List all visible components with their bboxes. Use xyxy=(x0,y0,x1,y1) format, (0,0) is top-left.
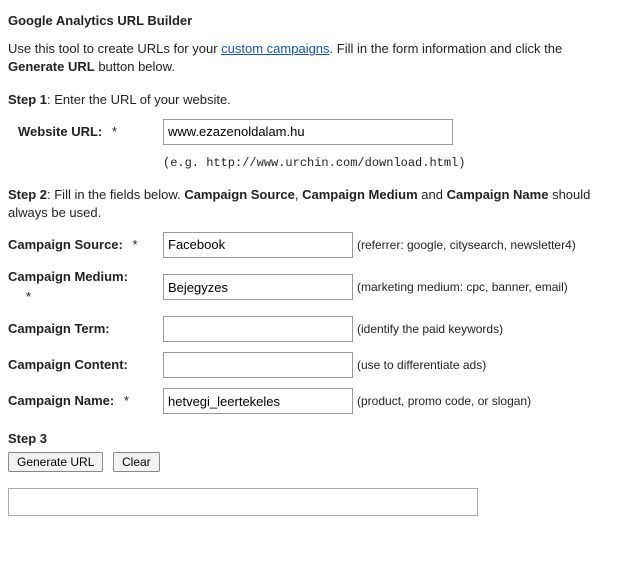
website-url-required: * xyxy=(112,124,117,139)
website-url-row: Website URL: * xyxy=(8,119,617,145)
campaign-term-row: Campaign Term: (identify the paid keywor… xyxy=(8,316,617,342)
campaign-content-input[interactable] xyxy=(163,352,353,378)
campaign-content-label: Campaign Content: xyxy=(8,357,128,372)
website-url-label: Website URL: xyxy=(18,124,102,139)
intro-after-bold: button below. xyxy=(95,59,175,74)
campaign-medium-hint: (marketing medium: cpc, banner, email) xyxy=(353,279,617,296)
intro-prefix: Use this tool to create URLs for your xyxy=(8,41,221,56)
campaign-source-hint: (referrer: google, citysearch, newslette… xyxy=(353,237,617,254)
intro-bold: Generate URL xyxy=(8,59,95,74)
website-url-input[interactable] xyxy=(163,119,453,145)
campaign-source-row: Campaign Source: * (referrer: google, ci… xyxy=(8,232,617,258)
step2-sep1: , xyxy=(295,187,302,202)
output-row xyxy=(8,488,617,516)
step1-label: Step 1 xyxy=(8,92,47,107)
campaign-medium-label: Campaign Medium: xyxy=(8,269,128,284)
step2-b3: Campaign Name xyxy=(447,187,549,202)
step1-text: : Enter the URL of your website. xyxy=(47,92,231,107)
button-row: Generate URL Clear xyxy=(8,452,617,472)
intro-suffix: . Fill in the form information and click… xyxy=(330,41,563,56)
page-title: Google Analytics URL Builder xyxy=(8,12,617,30)
campaign-term-hint: (identify the paid keywords) xyxy=(353,321,617,338)
campaign-content-hint: (use to differentiate ads) xyxy=(353,357,617,374)
intro-text: Use this tool to create URLs for your cu… xyxy=(8,40,617,76)
campaign-term-input[interactable] xyxy=(163,316,353,342)
campaign-content-row: Campaign Content: (use to differentiate … xyxy=(8,352,617,378)
campaign-name-required: * xyxy=(124,393,129,408)
step2-pre: : Fill in the fields below. xyxy=(47,187,184,202)
step3-heading: Step 3 xyxy=(8,430,617,448)
clear-button[interactable]: Clear xyxy=(113,452,160,472)
step2-b1: Campaign Source xyxy=(184,187,295,202)
step2-label: Step 2 xyxy=(8,187,47,202)
campaign-term-label: Campaign Term: xyxy=(8,321,110,336)
campaign-name-input[interactable] xyxy=(163,388,353,414)
step2-b2: Campaign Medium xyxy=(302,187,418,202)
campaign-source-input[interactable] xyxy=(163,232,353,258)
campaign-medium-required: * xyxy=(26,288,163,306)
output-url-input[interactable] xyxy=(8,488,478,516)
website-url-example: (e.g. http://www.urchin.com/download.htm… xyxy=(163,155,617,172)
step2-heading: Step 2: Fill in the fields below. Campai… xyxy=(8,186,617,222)
campaign-name-row: Campaign Name: * (product, promo code, o… xyxy=(8,388,617,414)
generate-url-button[interactable]: Generate URL xyxy=(8,452,103,472)
campaign-name-label: Campaign Name: xyxy=(8,393,114,408)
step1-heading: Step 1: Enter the URL of your website. xyxy=(8,91,617,109)
campaign-name-hint: (product, promo code, or slogan) xyxy=(353,393,617,410)
step2-sep2: and xyxy=(418,187,447,202)
campaign-source-label: Campaign Source: xyxy=(8,237,123,252)
campaign-medium-row: Campaign Medium: * (marketing medium: cp… xyxy=(8,268,617,306)
campaign-source-required: * xyxy=(132,237,137,252)
campaign-medium-input[interactable] xyxy=(163,274,353,300)
custom-campaigns-link[interactable]: custom campaigns xyxy=(221,41,329,56)
